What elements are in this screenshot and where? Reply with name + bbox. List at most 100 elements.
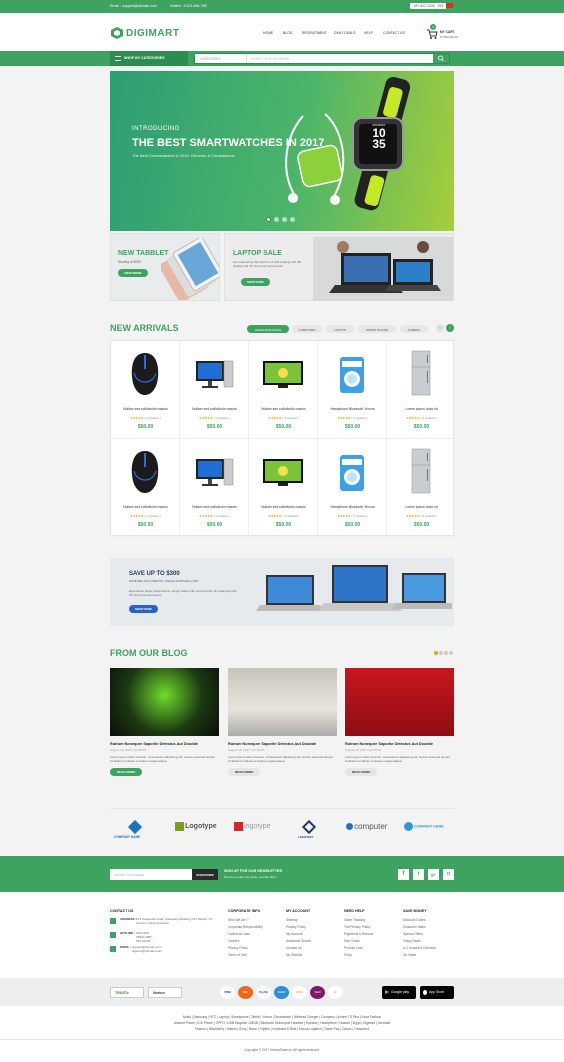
blog-image[interactable] (110, 668, 219, 736)
product-card[interactable]: Lorem ipsum dolor sit ★★★★★ ( 3 reviews )… (387, 341, 456, 439)
save-banner[interactable]: SAVE UP TO $300 SAVE BIG ON A NEW PC, WH… (110, 558, 454, 626)
app-store-button[interactable]: App Store (420, 986, 454, 999)
hero-slider[interactable]: INTRODUCING THE BEST SMARTWATCHES IN 201… (110, 71, 454, 231)
tag-links-row[interactable]: Android Phone | IOS Phone | OPPO | USB K… (0, 1021, 564, 1025)
footer-link[interactable]: My Account (286, 931, 311, 938)
product-name[interactable]: Nullam sed sollicitudin mauris (111, 407, 180, 411)
product-card[interactable]: Nullam sed sollicitudin mauris ★★★★★ ( 3 … (180, 439, 249, 537)
product-card[interactable]: Nullam sed sollicitudin mauris ★★★★★ ( 3 … (111, 439, 180, 537)
product-image[interactable] (263, 447, 303, 495)
product-card[interactable]: Headphone Bluetooth Vinova ★★★★★ ( 3 revi… (318, 439, 387, 537)
brand-logo[interactable]: logotype (234, 822, 294, 840)
product-name[interactable]: Nullam sed sollicitudin mauris (249, 505, 318, 509)
norton-badge[interactable]: Norton (148, 987, 182, 998)
brand-logo[interactable]: COMPANY NAME (404, 822, 464, 840)
product-name[interactable]: Lorem ipsum dolor sit (387, 505, 456, 509)
nav-blog[interactable]: BLOG (283, 31, 292, 35)
footer-link[interactable]: Terms of Use (228, 952, 263, 959)
footer-link[interactable]: A-Z Vouchers Directory (403, 945, 436, 952)
next-arrow-icon[interactable]: › (446, 324, 454, 332)
nav-help[interactable]: HELP (364, 31, 373, 35)
product-card[interactable]: Nullam sed sollicitudin mauris ★★★★★ ( 3 … (249, 341, 318, 439)
footer-link[interactable]: Today Deals (403, 938, 436, 945)
read-more-button[interactable]: READ MORE (110, 768, 143, 777)
read-more-button[interactable]: READ MORE (345, 768, 378, 777)
blog-image[interactable] (345, 668, 454, 736)
blog-dot[interactable] (444, 651, 448, 655)
product-card[interactable]: Nullam sed sollicitudin mauris ★★★★★ ( 3 … (249, 439, 318, 537)
tab-home-appliance[interactable]: HOME APPLIANCE (247, 325, 289, 333)
footer-link[interactable]: Privacy Policy (228, 945, 263, 952)
slider-dot[interactable] (274, 217, 279, 222)
footer-link[interactable]: Product Care (344, 945, 373, 952)
footer-link[interactable]: Careers (228, 938, 263, 945)
prev-arrow-icon[interactable]: ‹ (436, 324, 444, 332)
tab-smart-phone[interactable]: SMART PHONE (358, 325, 396, 333)
search-input[interactable]: ENTER YOUR KEYWORD (251, 57, 289, 61)
tag-links-row[interactable]: Nokia | Samsung | HTC | Laptop | Smartph… (0, 1015, 564, 1019)
footer-link[interactable]: Order Tracking (344, 917, 373, 924)
blog-post[interactable]: Rutrum Nonequre Saporite Detectus Aut Do… (345, 668, 454, 777)
product-image[interactable] (332, 349, 372, 397)
nav-contact-us[interactable]: CONTACT US (383, 31, 405, 35)
product-image[interactable] (194, 447, 234, 495)
product-image[interactable] (332, 447, 372, 495)
category-select[interactable]: CATEGORIES (195, 54, 247, 63)
blog-post-title[interactable]: Rutrum Nonequre Saporite Detectus Aut Do… (110, 742, 219, 746)
footer-link[interactable]: My Wishlist (286, 952, 311, 959)
footer-link[interactable]: Sitemap (286, 917, 311, 924)
truste-badge[interactable]: TRUSTe (110, 987, 144, 998)
footer-link[interactable]: Customer Sales (403, 924, 436, 931)
top-email[interactable]: Email : support@domain.com (110, 4, 157, 8)
footer-link[interactable]: Who We Are ? (228, 917, 263, 924)
footer-link[interactable]: Payments & Returns (344, 931, 373, 938)
language-select[interactable]: EN (435, 3, 446, 9)
slider-dot[interactable] (282, 217, 287, 222)
shop-by-categories-button[interactable]: SHOP BY CATEGORIES (110, 51, 188, 66)
google-play-button[interactable]: Google play (382, 986, 416, 999)
blog-post[interactable]: Rutrum Nonequre Saporite Detectus Aut Do… (228, 668, 337, 777)
slider-dot[interactable] (290, 217, 295, 222)
footer-link[interactable]: California Laws (228, 931, 263, 938)
view-more-button[interactable]: VIEW MORE (118, 269, 148, 277)
footer-link[interactable]: Discount Codes (403, 917, 436, 924)
blog-dot[interactable] (449, 651, 453, 655)
tab-computer[interactable]: COMPUTER (292, 325, 322, 333)
laptop-banner[interactable]: LAPTOP SALE Get inspired by this Self 2-… (224, 233, 454, 301)
top-hotline[interactable]: Hotline : 0123-456-789 (170, 4, 207, 8)
google-plus-icon[interactable]: g+ (428, 869, 439, 880)
product-card[interactable]: Headphone Bluetooth Vinova ★★★★★ ( 3 revi… (318, 341, 387, 439)
footer-link[interactable]: On Sales (403, 952, 436, 959)
logo[interactable]: DIGIMART (110, 26, 185, 41)
footer-link[interactable]: Special Offers (403, 931, 436, 938)
flag-icon[interactable] (446, 3, 453, 8)
nav-daily-deals[interactable]: DAILY DEALS (334, 31, 356, 35)
blog-dot[interactable] (434, 651, 438, 655)
tab-laptop[interactable]: LAPTOP (326, 325, 354, 333)
footer-link[interactable]: Size Guide (344, 938, 373, 945)
search-button[interactable] (433, 54, 449, 63)
blog-image[interactable] (228, 668, 337, 736)
product-card[interactable]: Nullam sed sollicitudin mauris ★★★★★ ( 3 … (180, 341, 249, 439)
twitter-icon[interactable]: t (413, 869, 424, 880)
product-name[interactable]: Lorem ipsum dolor sit (387, 407, 456, 411)
nav-recruitment[interactable]: RECRUITMENT (302, 31, 327, 35)
footer-link[interactable]: Corporate Responsibility (228, 924, 263, 931)
product-name[interactable]: Headphone Bluetooth Vinova (318, 505, 387, 509)
nav-home[interactable]: HOME (263, 31, 273, 35)
product-image[interactable] (125, 349, 165, 397)
blog-post[interactable]: Rutrum Nonequre Saporite Detectus Aut Do… (110, 668, 219, 777)
shop-now-button[interactable]: SHOP NOW (241, 278, 270, 286)
footer-link[interactable]: FAQs (344, 952, 373, 959)
footer-link[interactable]: Advanced Search (286, 938, 311, 945)
product-image[interactable] (401, 349, 441, 397)
blog-post-title[interactable]: Rutrum Nonequre Saporite Detectus Aut Do… (228, 742, 337, 746)
cart[interactable]: 0 MY CART 0 ITEM $0.00 (426, 24, 458, 42)
slider-dot[interactable] (266, 217, 271, 222)
newsletter-email-input[interactable]: ENTER YOUR EMAIL (110, 869, 192, 880)
tablet-banner[interactable]: NEW TABBLET Starting at $599 VIEW MORE (110, 233, 220, 301)
product-name[interactable]: Nullam sed sollicitudin mauris (249, 407, 318, 411)
product-image[interactable] (194, 349, 234, 397)
facebook-icon[interactable]: f (398, 869, 409, 880)
save-shop-now-button[interactable]: SHOP NOW (129, 605, 158, 613)
